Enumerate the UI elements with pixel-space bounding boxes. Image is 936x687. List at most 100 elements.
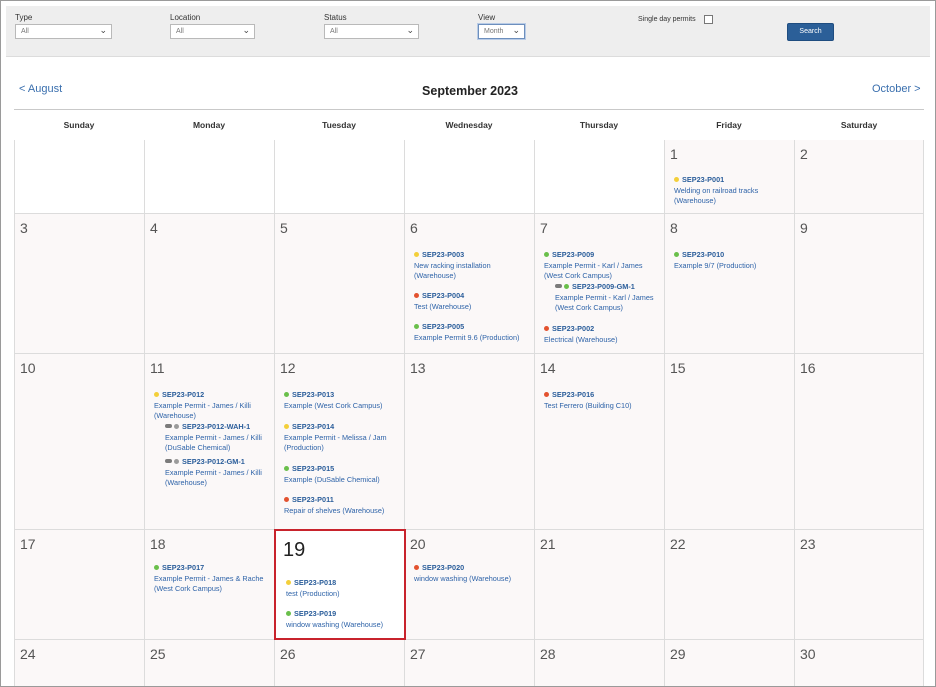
day-cell[interactable]: 30: [794, 640, 924, 686]
permit-entry[interactable]: SEP23-P020 window washing (Warehouse): [414, 563, 532, 584]
link-icon: [165, 459, 172, 463]
day-cell[interactable]: 13: [404, 354, 534, 529]
day-cell[interactable]: 23: [794, 530, 924, 639]
permit-code: SEP23-P009-GM-1: [572, 282, 635, 291]
permit-description: Test (Warehouse): [414, 301, 472, 311]
permit-entry[interactable]: SEP23-P002 Electrical (Warehouse): [544, 324, 654, 345]
day-number: 6: [410, 220, 418, 236]
permit-description: Example (West Cork Campus): [284, 400, 383, 410]
permit-entry[interactable]: SEP23-P012-WAH-1 Example Permit - James …: [165, 422, 273, 454]
permit-entry[interactable]: SEP23-P011 Repair of shelves (Warehouse): [284, 495, 402, 516]
search-button[interactable]: Search: [787, 23, 834, 41]
permit-entry[interactable]: SEP23-P012 Example Permit - James / Kill…: [154, 390, 262, 422]
type-select[interactable]: All ⌄: [15, 24, 112, 39]
day-number: 22: [670, 536, 686, 552]
day-number: 17: [20, 536, 36, 552]
day-cell[interactable]: 15: [664, 354, 794, 529]
day-cell[interactable]: 21: [534, 530, 664, 639]
location-select[interactable]: All ⌄: [170, 24, 255, 39]
status-dot-icon: [174, 459, 179, 464]
permit-description: test (Production): [286, 588, 340, 598]
next-month-link[interactable]: October >: [872, 83, 921, 95]
day-cell[interactable]: 5: [274, 214, 404, 353]
day-number: 19: [283, 539, 306, 561]
day-cell[interactable]: 6 SEP23-P003 New racking installation (W…: [404, 214, 534, 353]
day-cell[interactable]: 1 SEP23-P001 Welding on railroad tracks …: [664, 140, 794, 213]
day-cell[interactable]: 10: [14, 354, 144, 529]
permit-description: Example 9/7 (Production): [674, 260, 757, 270]
status-dot-icon: [674, 177, 679, 182]
chevron-down-icon: ⌄: [406, 25, 414, 35]
permit-entry[interactable]: SEP23-P009-GM-1 Example Permit - Karl / …: [555, 282, 663, 314]
permit-description: window washing (Warehouse): [286, 619, 384, 629]
weekday-friday: Friday: [716, 120, 742, 130]
day-cell[interactable]: 7 SEP23-P009 Example Permit - Karl / Jam…: [534, 214, 664, 353]
permit-code: SEP23-P001: [682, 175, 725, 184]
permit-entry[interactable]: SEP23-P015 Example (DuSable Chemical): [284, 464, 402, 485]
week-row: 1 SEP23-P001 Welding on railroad tracks …: [14, 140, 924, 214]
permit-code: SEP23-P012: [162, 390, 205, 399]
permit-entry[interactable]: SEP23-P001 Welding on railroad tracks (W…: [674, 175, 784, 207]
day-cell[interactable]: 26: [274, 640, 404, 686]
week-row: 10 11 SEP23-P012 Example Permit - James …: [14, 354, 924, 530]
permit-entry[interactable]: SEP23-P016 Test Ferrero (Building C10): [544, 390, 662, 411]
permit-entry[interactable]: SEP23-P014 Example Permit - Melissa / Ja…: [284, 422, 396, 454]
day-cell[interactable]: 4: [144, 214, 274, 353]
permit-code: SEP23-P010: [682, 250, 725, 259]
permit-entry[interactable]: SEP23-P017 Example Permit - James & Rach…: [154, 563, 272, 595]
permit-description: Example Permit - James / Killi (Warehous…: [165, 467, 262, 488]
status-dot-icon: [544, 326, 549, 331]
day-cell[interactable]: 2: [794, 140, 924, 213]
day-cell[interactable]: 28: [534, 640, 664, 686]
day-cell[interactable]: 29: [664, 640, 794, 686]
status-dot-icon: [284, 466, 289, 471]
day-cell[interactable]: 3: [14, 214, 144, 353]
day-number: 16: [800, 360, 816, 376]
day-cell[interactable]: 25: [144, 640, 274, 686]
status-dot-icon: [284, 424, 289, 429]
highlighted-day-cell[interactable]: 19 SEP23-P018 test (Production) SEP23-P0…: [274, 529, 406, 640]
permit-description: Example Permit - James & Rache (West Cor…: [154, 573, 264, 594]
day-number: 14: [540, 360, 556, 376]
day-cell-empty: [404, 140, 534, 213]
permit-entry[interactable]: SEP23-P004 Test (Warehouse): [414, 291, 524, 312]
permit-entry[interactable]: SEP23-P012-GM-1 Example Permit - James /…: [165, 457, 273, 489]
day-number: 3: [20, 220, 28, 236]
weekday-wednesday: Wednesday: [445, 120, 493, 130]
permit-entry[interactable]: SEP23-P005 Example Permit 9.6 (Productio…: [414, 322, 539, 343]
permit-entry[interactable]: SEP23-P009 Example Permit - Karl / James…: [544, 250, 652, 282]
day-cell[interactable]: 18 SEP23-P017 Example Permit - James & R…: [144, 530, 274, 639]
permit-description: Repair of shelves (Warehouse): [284, 505, 385, 515]
permit-entry[interactable]: SEP23-P019 window washing (Warehouse): [286, 609, 401, 630]
single-day-checkbox[interactable]: [704, 15, 713, 24]
view-select[interactable]: Month ⌄: [478, 24, 525, 39]
day-cell[interactable]: 8 SEP23-P010 Example 9/7 (Production): [664, 214, 794, 353]
day-cell[interactable]: 12 SEP23-P013 Example (West Cork Campus)…: [274, 354, 404, 529]
day-number: 7: [540, 220, 548, 236]
day-number: 24: [20, 646, 36, 662]
status-dot-icon: [284, 497, 289, 502]
link-icon: [555, 284, 562, 288]
day-number: 13: [410, 360, 426, 376]
weekday-saturday: Saturday: [840, 120, 878, 130]
permit-description: Test Ferrero (Building C10): [544, 400, 632, 410]
day-cell[interactable]: 20 SEP23-P020 window washing (Warehouse): [404, 530, 534, 639]
status-select[interactable]: All ⌄: [324, 24, 419, 39]
permit-entry[interactable]: SEP23-P018 test (Production): [286, 578, 396, 599]
day-number: 10: [20, 360, 36, 376]
status-value: All: [330, 28, 338, 35]
day-cell[interactable]: 27: [404, 640, 534, 686]
day-number: 27: [410, 646, 426, 662]
permit-entry[interactable]: SEP23-P010 Example 9/7 (Production): [674, 250, 789, 271]
permit-entry[interactable]: SEP23-P013 Example (West Cork Campus): [284, 390, 402, 411]
status-dot-icon: [674, 252, 679, 257]
day-cell[interactable]: 9: [794, 214, 924, 353]
day-cell[interactable]: 22: [664, 530, 794, 639]
day-cell[interactable]: 14 SEP23-P016 Test Ferrero (Building C10…: [534, 354, 664, 529]
prev-month-link[interactable]: < August: [19, 83, 62, 95]
day-cell[interactable]: 24: [14, 640, 144, 686]
day-cell[interactable]: 16: [794, 354, 924, 529]
permit-entry[interactable]: SEP23-P003 New racking installation (War…: [414, 250, 514, 282]
day-cell[interactable]: 11 SEP23-P012 Example Permit - James / K…: [144, 354, 274, 529]
day-cell[interactable]: 17: [14, 530, 144, 639]
